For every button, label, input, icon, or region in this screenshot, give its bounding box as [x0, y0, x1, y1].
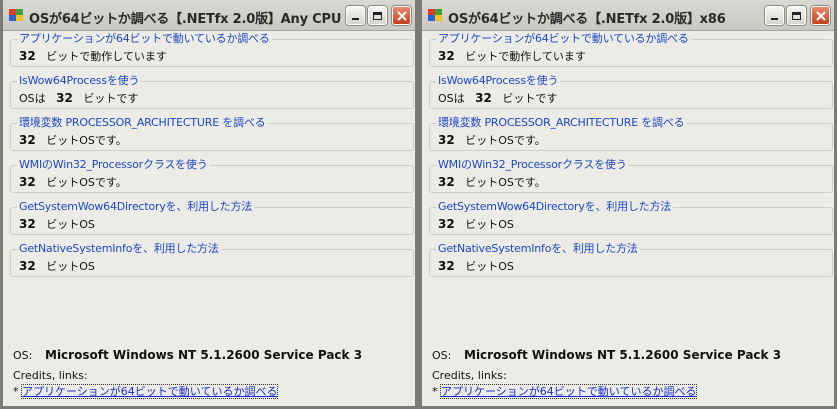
credit-link[interactable]: アプリケーションが64ビットで動いているか調べる [439, 384, 698, 399]
minimize-button[interactable] [765, 6, 784, 25]
group-iswow64process: IsWow64Processを使う OSは 32 ビットです [429, 74, 833, 109]
credit-link[interactable]: アプリケーションが64ビットで動いているか調べる [20, 384, 279, 399]
window-title: OSが64ビットか調べる【.NETfx 2.0版】x86 [448, 12, 726, 27]
bit-count: 32 [19, 49, 36, 63]
value-suffix: ビットOSです。 [46, 176, 127, 189]
bit-count: 32 [438, 133, 455, 147]
credits-label: Credits, links: [432, 369, 507, 382]
close-button[interactable] [811, 6, 830, 25]
close-icon [815, 10, 826, 21]
value-suffix: ビットOSです。 [465, 134, 546, 147]
group-label: IsWow64Processを使う [17, 74, 142, 88]
value-suffix: ビットで動作しています [46, 50, 167, 63]
credit-bullet: * [13, 385, 19, 398]
credit-item: * アプリケーションが64ビットで動いているか調べる [432, 383, 698, 399]
app-window-x86: OSが64ビットか調べる【.NETfx 2.0版】x86 アプリケーションが64… [419, 0, 837, 409]
group-wmi-processor: WMIのWin32_Processorクラスを使う 32 ビットOSです。 [10, 158, 414, 193]
group-value: 32 ビットOS [438, 217, 514, 232]
value-suffix: ビットで動作しています [465, 50, 586, 63]
group-iswow64process: IsWow64Processを使う OSは 32 ビットです [10, 74, 414, 109]
value-suffix: ビットOSです。 [465, 176, 546, 189]
group-value: 32 ビットOS [19, 259, 95, 274]
group-processor-architecture: 環境変数 PROCESSOR_ARCHITECTURE を調べる 32 ビットO… [429, 116, 833, 151]
window-title: OSが64ビットか調べる【.NETfx 2.0版】Any CPU [29, 12, 342, 27]
bit-count: 32 [438, 49, 455, 63]
group-getnativesysteminfo: GetNativeSystemInfoを、利用した方法 32 ビットOS [429, 242, 833, 277]
group-app-bitness: アプリケーションが64ビットで動いているか調べる 32 ビットで動作しています [10, 32, 414, 67]
bit-count: 32 [19, 175, 36, 189]
value-suffix: ビットOS [46, 260, 95, 273]
group-label: GetNativeSystemInfoを、利用した方法 [436, 242, 640, 256]
group-label: GetNativeSystemInfoを、利用した方法 [17, 242, 221, 256]
value-suffix: ビットOS [465, 218, 514, 231]
group-value: 32 ビットOS [438, 259, 514, 274]
group-value: 32 ビットOSです。 [19, 133, 127, 148]
value-prefix: OSは [438, 92, 465, 105]
maximize-button[interactable] [787, 6, 806, 25]
app-window-any-cpu: OSが64ビットか調べる【.NETfx 2.0版】Any CPU アプリケーショ… [0, 0, 418, 409]
os-value: Microsoft Windows NT 5.1.2600 Service Pa… [464, 348, 782, 362]
value-prefix: OSは [19, 92, 46, 105]
bit-count: 32 [438, 259, 455, 273]
group-value: 32 ビットOSです。 [19, 175, 127, 190]
bit-count: 32 [19, 133, 36, 147]
value-suffix: ビットです [502, 92, 558, 105]
close-button[interactable] [392, 6, 411, 25]
value-suffix: ビットOS [46, 218, 95, 231]
minimize-button[interactable] [346, 6, 365, 25]
group-processor-architecture: 環境変数 PROCESSOR_ARCHITECTURE を調べる 32 ビットO… [10, 116, 414, 151]
group-label: GetSystemWow64Directoryを、利用した方法 [436, 200, 674, 214]
maximize-icon [373, 11, 382, 20]
bit-count: 32 [438, 217, 455, 231]
group-getsystemwow64directory: GetSystemWow64Directoryを、利用した方法 32 ビットOS [429, 200, 833, 235]
maximize-icon [792, 11, 801, 20]
value-suffix: ビットです [83, 92, 139, 105]
group-label: IsWow64Processを使う [436, 74, 561, 88]
minimize-icon [352, 18, 359, 20]
app-window-icon [428, 9, 442, 21]
minimize-icon [771, 18, 778, 20]
group-label: WMIのWin32_Processorクラスを使う [436, 158, 629, 172]
value-suffix: ビットOSです。 [46, 134, 127, 147]
title-bar[interactable]: OSが64ビットか調べる【.NETfx 2.0版】x86 [422, 0, 834, 31]
group-getnativesysteminfo: GetNativeSystemInfoを、利用した方法 32 ビットOS [10, 242, 414, 277]
group-app-bitness: アプリケーションが64ビットで動いているか調べる 32 ビットで動作しています [429, 32, 833, 67]
group-label: GetSystemWow64Directoryを、利用した方法 [17, 200, 255, 214]
group-value: OSは 32 ビットです [438, 91, 557, 106]
os-label: OS: [432, 349, 452, 362]
os-value: Microsoft Windows NT 5.1.2600 Service Pa… [45, 348, 363, 362]
group-value: 32 ビットOSです。 [438, 175, 546, 190]
bit-count: 32 [475, 91, 492, 105]
group-value: 32 ビットOSです。 [438, 133, 546, 148]
title-bar[interactable]: OSが64ビットか調べる【.NETfx 2.0版】Any CPU [3, 0, 415, 31]
os-label: OS: [13, 349, 33, 362]
os-info: OS: Microsoft Windows NT 5.1.2600 Service… [13, 348, 362, 362]
credit-item: * アプリケーションが64ビットで動いているか調べる [13, 383, 279, 399]
bit-count: 32 [19, 217, 36, 231]
group-value: 32 ビットOS [19, 217, 95, 232]
group-getsystemwow64directory: GetSystemWow64Directoryを、利用した方法 32 ビットOS [10, 200, 414, 235]
group-value: OSは 32 ビットです [19, 91, 138, 106]
bit-count: 32 [19, 259, 36, 273]
close-icon [396, 10, 407, 21]
os-info: OS: Microsoft Windows NT 5.1.2600 Service… [432, 348, 781, 362]
bit-count: 32 [56, 91, 73, 105]
group-label: 環境変数 PROCESSOR_ARCHITECTURE を調べる [436, 116, 687, 130]
bit-count: 32 [438, 175, 455, 189]
group-label: 環境変数 PROCESSOR_ARCHITECTURE を調べる [17, 116, 268, 130]
group-value: 32 ビットで動作しています [438, 49, 586, 64]
group-label: WMIのWin32_Processorクラスを使う [17, 158, 210, 172]
maximize-button[interactable] [368, 6, 387, 25]
group-label: アプリケーションが64ビットで動いているか調べる [436, 32, 691, 46]
app-window-icon [9, 9, 23, 21]
group-label: アプリケーションが64ビットで動いているか調べる [17, 32, 272, 46]
value-suffix: ビットOS [465, 260, 514, 273]
group-value: 32 ビットで動作しています [19, 49, 167, 64]
credit-bullet: * [432, 385, 438, 398]
group-wmi-processor: WMIのWin32_Processorクラスを使う 32 ビットOSです。 [429, 158, 833, 193]
credits-label: Credits, links: [13, 369, 88, 382]
